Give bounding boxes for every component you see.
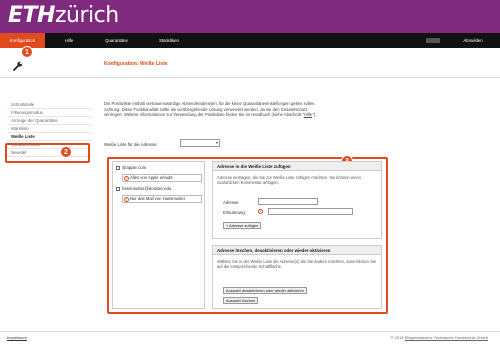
copyright-year: © 2018 (390, 335, 404, 340)
entry-comment-field[interactable]: i Nur das Mail von Hansmuster (122, 195, 202, 203)
sidebar-item-filterungsmodus[interactable]: Filterungsmodus (7, 109, 92, 117)
annotation-badge-2: 2 (60, 146, 72, 158)
wrench-icon (13, 61, 23, 71)
add-panel-title: Adresse in die Weiße Liste zufügen (213, 162, 381, 171)
comment-info-icon: i (124, 176, 129, 181)
entry-checkbox[interactable] (116, 186, 120, 191)
eth-logo[interactable]: ETHzürich (8, 3, 119, 28)
annotation-badge-1: 1 (21, 46, 33, 58)
user-name-redacted (426, 38, 440, 43)
comment-input[interactable] (268, 208, 353, 215)
comment-info-icon: i (258, 209, 263, 214)
sidebar-item-warnliste[interactable]: Warnliste (7, 125, 92, 133)
sidebar-item-anzeige-quarantaene[interactable]: Anzeige der Quarantäne (7, 117, 92, 125)
entry-checkbox[interactable] (116, 165, 120, 170)
nav-konfiguration[interactable]: Konfiguration (0, 33, 45, 48)
main-navbar: Konfiguration Hilfe Quarantäne Statistik… (0, 33, 500, 48)
nav-abmelden[interactable]: Abmelden (455, 33, 491, 48)
entry-comment: Nur das Mail von Hansmuster (130, 196, 186, 201)
intro-line-3-end: "). (312, 112, 317, 117)
sidebar-highlight-frame (5, 143, 90, 163)
add-panel-text: Adresse eintragen, die Sie zur Weiße Lis… (217, 175, 361, 186)
sidebar-item-weisse-liste[interactable]: Weiße Liste (7, 133, 92, 141)
page-title: Konfiguration: Weiße Liste (104, 61, 168, 67)
sidebar-item-schnittstelle[interactable]: Schnittstelle (7, 101, 92, 109)
manage-panel-text: Wählen Sie in der Weiße Liste die Adress… (217, 259, 376, 270)
intro-line-3: verringert. Weitere Informationen zur Ve… (104, 112, 394, 118)
manage-address-panel: Adresse löschen, desaktivieren oder wied… (212, 245, 382, 309)
copyright: © 2018 Eidgenössische Technische Hochsch… (391, 335, 488, 340)
manage-panel-title: Adresse löschen, desaktivieren oder wied… (213, 246, 381, 255)
whitelist-address-label: Weiße Liste für die Adresse: (104, 142, 158, 147)
comment-label: Erläuterung: (223, 210, 246, 215)
toggle-selection-button[interactable]: Auswahl desaktivieren oder wieder aktivi… (223, 287, 307, 294)
help-link[interactable]: Hilfe (304, 112, 312, 117)
nav-statistiken[interactable]: Statistiken (148, 33, 190, 48)
intro-text: Die Positivliste enthält vertrauenswürdi… (104, 101, 394, 118)
entry-comment: Alles von Apple erlaubt (130, 175, 173, 180)
logo-bold: ETH (8, 3, 55, 28)
comment-info-icon: i (124, 197, 129, 202)
intro-line-3-text: verringert. Weitere Informationen zur Ve… (104, 112, 304, 117)
entry-address: @apple.com (122, 165, 147, 170)
address-input[interactable] (258, 198, 318, 205)
eth-link[interactable]: Eidgenössische Technische Hochschule Zür… (405, 335, 488, 340)
nav-hilfe[interactable]: Hilfe (54, 33, 84, 48)
nav-quarantaene[interactable]: Quarantäne (94, 33, 139, 48)
entry-comment-field[interactable]: i Alles von Apple erlaubt (122, 174, 202, 182)
imprint-link[interactable]: Impressum (7, 335, 27, 340)
address-label: Adresse: (223, 200, 240, 205)
entry-address: hansmuster@domain.edu (122, 186, 172, 191)
list-item: @apple.com (116, 165, 146, 170)
logo-rest: zürich (54, 3, 119, 28)
site-header: ETHzürich (0, 0, 500, 33)
title-divider (0, 77, 500, 78)
whitelist-entries: @apple.com i Alles von Apple erlaubt han… (112, 161, 205, 309)
whitelist-address-select[interactable] (180, 139, 220, 147)
delete-selection-button[interactable]: Auswahl löschen (223, 297, 259, 304)
add-address-button[interactable]: + Adresse zufügen (223, 222, 262, 229)
footer-divider (0, 331, 500, 332)
list-item: hansmuster@domain.edu (116, 186, 171, 191)
add-address-panel: Adresse in die Weiße Liste zufügen Adres… (212, 161, 382, 239)
